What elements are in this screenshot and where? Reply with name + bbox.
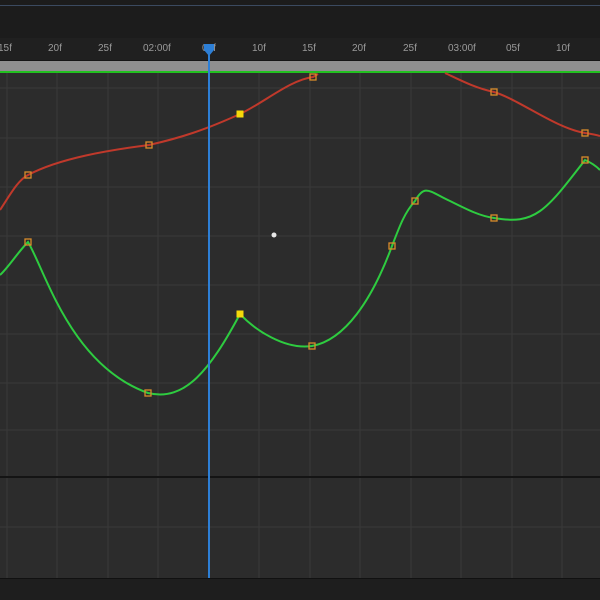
red-curve	[0, 73, 319, 211]
graph-editor: 15f 20f 25f 02:00f 05f 10f 15f 20f 25f 0…	[0, 0, 600, 600]
green-keyframe-selected[interactable]	[236, 310, 244, 318]
red-curve-right	[444, 72, 600, 137]
graph-grid	[0, 71, 600, 578]
graph-overlay	[0, 44, 600, 578]
playhead-icon[interactable]	[204, 44, 214, 56]
green-curve	[0, 158, 600, 396]
cursor-icon	[271, 232, 277, 238]
red-keyframe-selected[interactable]	[236, 110, 244, 118]
